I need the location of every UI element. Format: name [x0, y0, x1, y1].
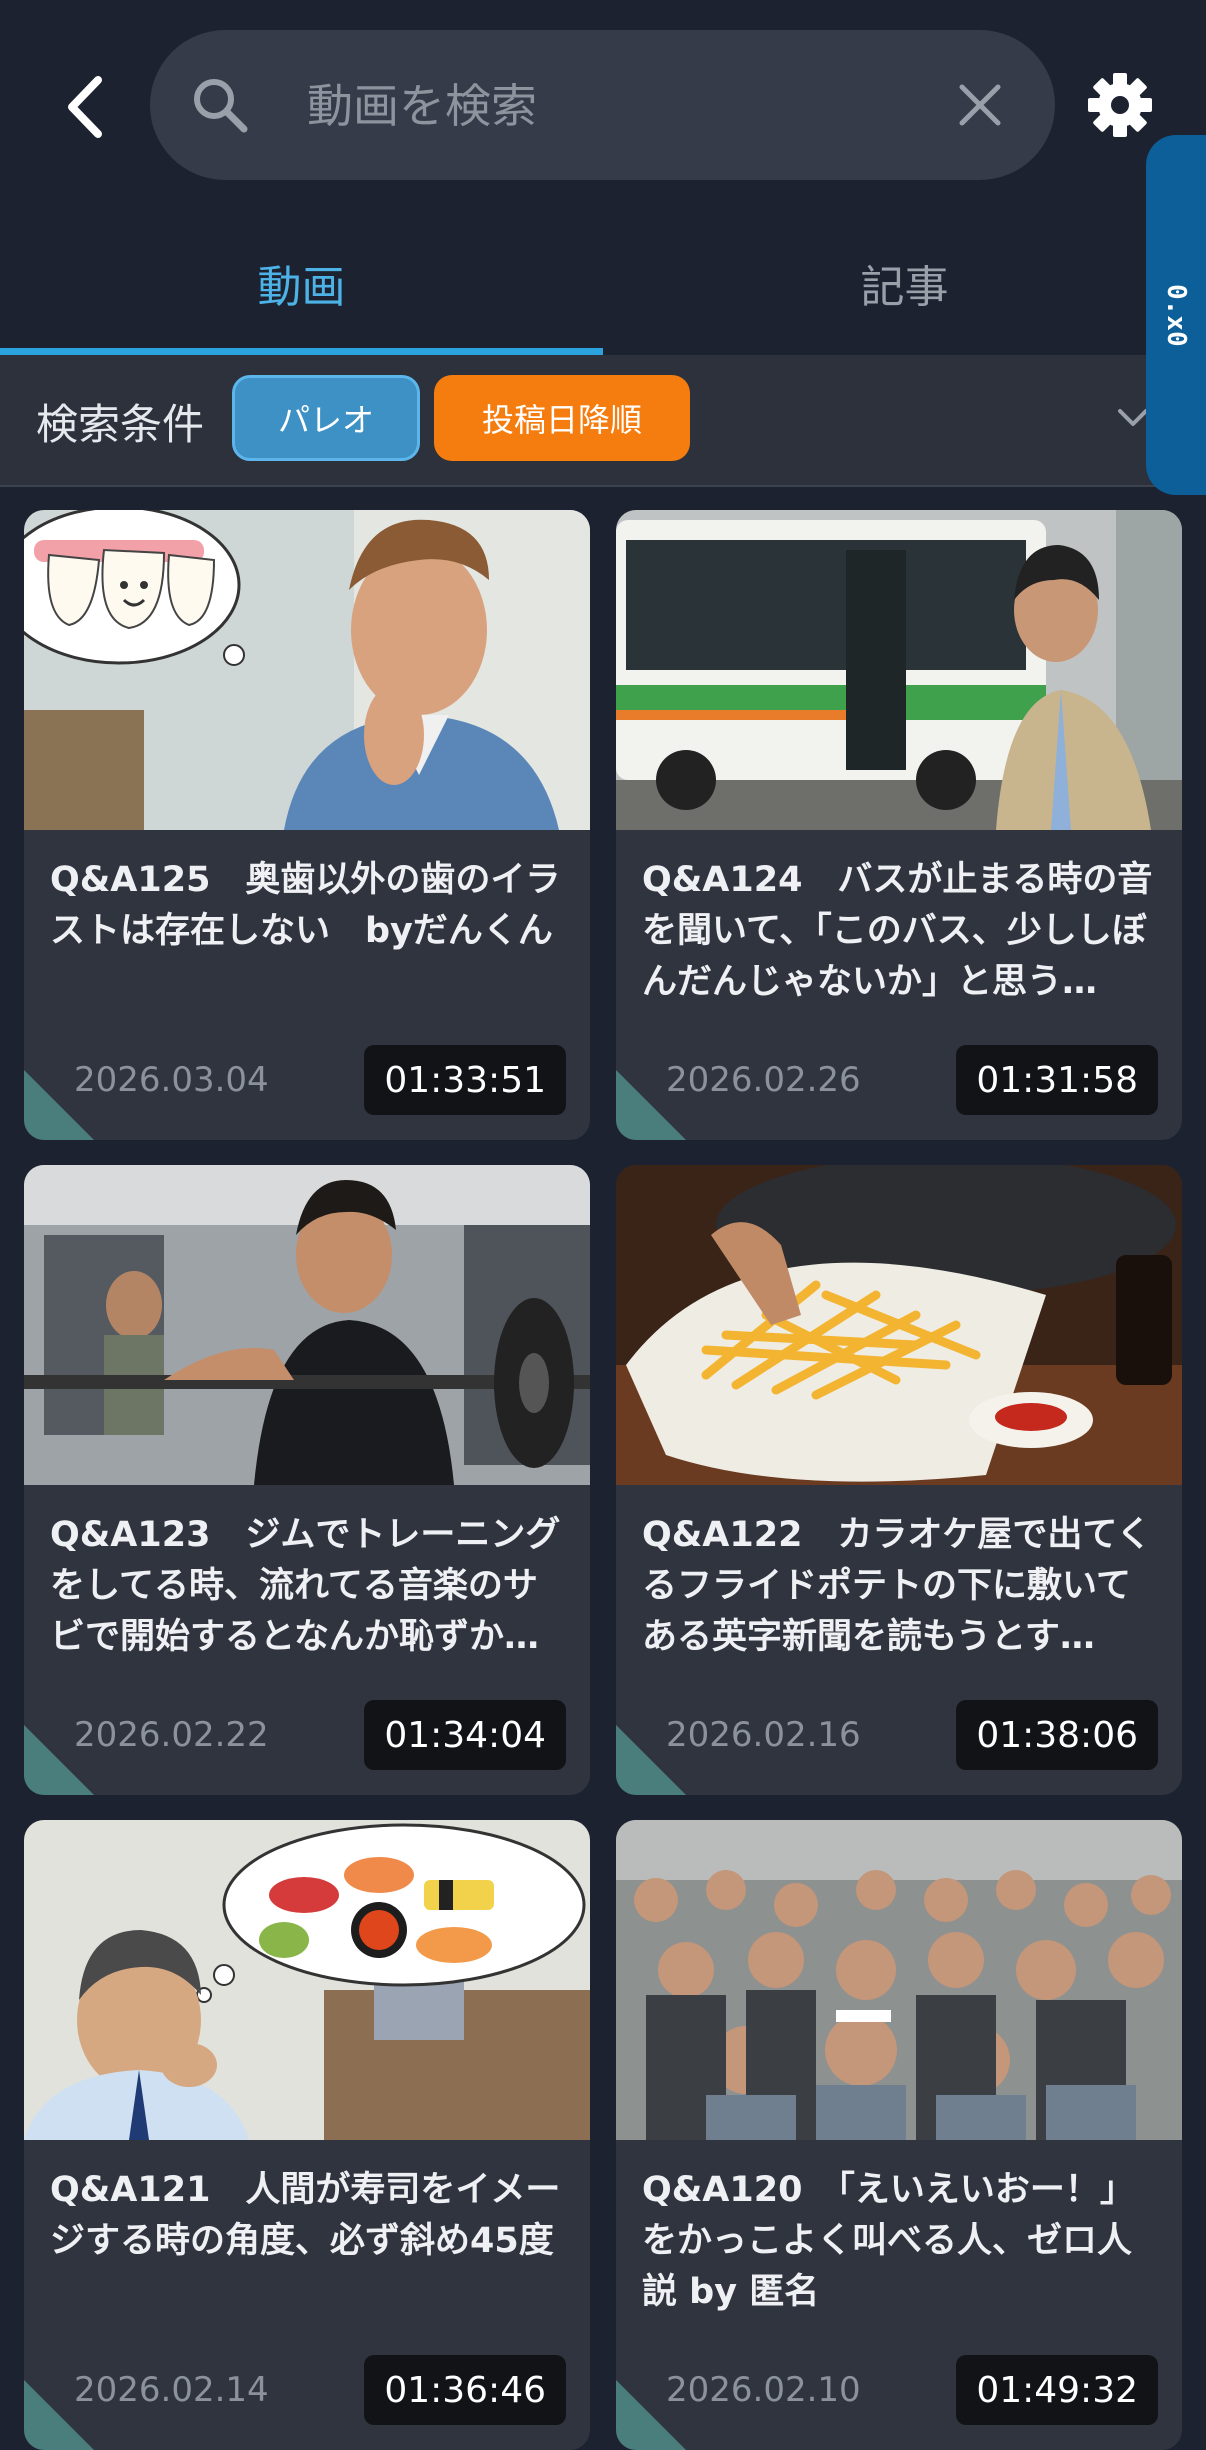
search-icon — [194, 79, 248, 133]
side-tab-label: 0.x0 — [1161, 283, 1191, 347]
video-title: Q&A121 人間が寿司をイメージする時の角度、必ず斜め45度 — [50, 2170, 561, 2261]
filter-bar: 検索条件 パレオ 投稿日降順 — [0, 355, 1206, 487]
video-duration-badge: 01:36:46 — [364, 2355, 566, 2425]
video-title: Q&A122 カラオケ屋で出てくるフライドポテトの下に敷いてある英字新聞を読もう… — [642, 1515, 1152, 1657]
video-date: 2026.02.22 — [74, 1715, 269, 1755]
video-duration-badge: 01:38:06 — [956, 1700, 1158, 1770]
video-card[interactable]: Q&A125 奥歯以外の歯のイラストは存在しない byだんくん 2026.03.… — [24, 510, 590, 1140]
video-thumbnail — [616, 1820, 1182, 2140]
top-bar — [0, 0, 1206, 210]
side-panel-tab[interactable]: 0.x0 — [1146, 135, 1206, 495]
active-tab-indicator — [0, 348, 603, 355]
search-bar[interactable] — [150, 30, 1055, 180]
video-title: Q&A125 奥歯以外の歯のイラストは存在しない byだんくん — [50, 860, 561, 951]
corner-mark — [616, 1725, 686, 1795]
video-date: 2026.02.16 — [666, 1715, 861, 1755]
search-input[interactable] — [305, 65, 929, 147]
clear-search-icon[interactable] — [950, 75, 1010, 135]
tab-articles[interactable]: 記事 — [603, 210, 1206, 355]
back-button[interactable] — [50, 62, 120, 152]
video-card[interactable]: Q&A124 バスが止まる時の音を聞いて、「このバス、少ししぼんだんじゃないか」… — [616, 510, 1182, 1140]
corner-mark — [616, 1070, 686, 1140]
video-title: Q&A120 「えいえいおー！」をかっこよく叫べる人、ゼロ人説 by 匿名 — [642, 2170, 1135, 2312]
corner-mark — [24, 1070, 94, 1140]
video-thumbnail — [24, 1820, 590, 2140]
video-thumbnail — [616, 510, 1182, 830]
video-card[interactable]: Q&A121 人間が寿司をイメージする時の角度、必ず斜め45度 2026.02.… — [24, 1820, 590, 2450]
video-duration-badge: 01:49:32 — [956, 2355, 1158, 2425]
video-card[interactable]: Q&A123 ジムでトレーニングをしてる時、流れてる音楽のサビで開始するとなんか… — [24, 1165, 590, 1795]
gear-icon[interactable] — [1080, 65, 1160, 145]
video-duration-badge: 01:34:04 — [364, 1700, 566, 1770]
content-tabs: 動画 記事 — [0, 210, 1206, 355]
video-thumbnail — [24, 1165, 590, 1485]
video-title: Q&A124 バスが止まる時の音を聞いて、「このバス、少ししぼんだんじゃないか」… — [642, 860, 1153, 1002]
video-duration-badge: 01:31:58 — [956, 1045, 1158, 1115]
video-duration-badge: 01:33:51 — [364, 1045, 566, 1115]
video-date: 2026.02.10 — [666, 2370, 861, 2410]
filter-chip-sort[interactable]: 投稿日降順 — [434, 375, 690, 461]
corner-mark — [24, 1725, 94, 1795]
tab-videos[interactable]: 動画 — [0, 210, 603, 355]
chevron-left-icon — [68, 76, 102, 138]
video-card[interactable]: Q&A120 「えいえいおー！」をかっこよく叫べる人、ゼロ人説 by 匿名 20… — [616, 1820, 1182, 2450]
corner-mark — [24, 2380, 94, 2450]
video-date: 2026.02.26 — [666, 1060, 861, 1100]
filter-label: 検索条件 — [36, 400, 205, 449]
filter-chip-paleo[interactable]: パレオ — [232, 375, 420, 461]
video-thumbnail — [24, 510, 590, 830]
video-card[interactable]: Q&A122 カラオケ屋で出てくるフライドポテトの下に敷いてある英字新聞を読もう… — [616, 1165, 1182, 1795]
corner-mark — [616, 2380, 686, 2450]
video-date: 2026.02.14 — [74, 2370, 269, 2410]
video-date: 2026.03.04 — [74, 1060, 269, 1100]
video-thumbnail — [616, 1165, 1182, 1485]
video-title: Q&A123 ジムでトレーニングをしてる時、流れてる音楽のサビで開始するとなんか… — [50, 1515, 561, 1657]
